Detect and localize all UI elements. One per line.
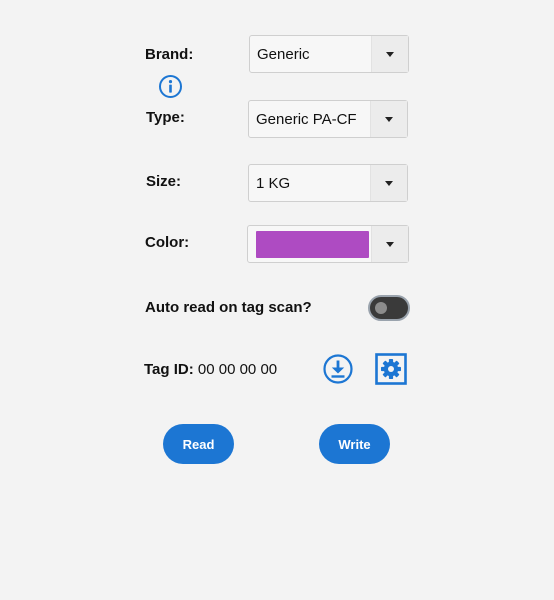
type-select[interactable]: Generic PA-CF — [248, 100, 408, 138]
caret-down-icon — [385, 180, 393, 186]
brand-select-value: Generic — [257, 45, 310, 63]
write-button[interactable]: Write — [319, 424, 390, 464]
size-select[interactable]: 1 KG — [248, 164, 408, 202]
color-label: Color: — [145, 234, 190, 251]
tag-id-row: Tag ID: 00 00 00 00 — [144, 361, 277, 379]
caret-down-icon — [385, 116, 393, 122]
color-dropdown-arrow[interactable] — [371, 226, 408, 262]
size-select-value: 1 KG — [256, 174, 291, 192]
caret-down-icon — [386, 241, 394, 247]
auto-read-label: Auto read on tag scan? — [145, 299, 312, 316]
download-icon[interactable] — [322, 353, 354, 385]
color-swatch — [256, 230, 369, 258]
type-dropdown-arrow[interactable] — [370, 101, 407, 137]
caret-down-icon — [386, 51, 394, 57]
brand-dropdown-arrow[interactable] — [371, 36, 408, 72]
tag-id-label: Tag ID: — [144, 361, 194, 378]
auto-read-toggle[interactable] — [368, 295, 410, 321]
color-select[interactable] — [247, 225, 409, 263]
settings-icon[interactable] — [375, 353, 407, 385]
size-label: Size: — [146, 173, 182, 190]
type-label: Type: — [146, 109, 185, 126]
read-button[interactable]: Read — [163, 424, 234, 464]
type-select-value: Generic PA-CF — [256, 110, 357, 128]
toggle-knob — [375, 302, 387, 314]
info-icon[interactable] — [158, 74, 183, 99]
tag-id-value: 00 00 00 00 — [197, 361, 278, 378]
spool-tag-screen: Brand: Generic Type: Generic PA-CF Size:… — [0, 0, 554, 600]
brand-label: Brand: — [145, 46, 194, 63]
size-dropdown-arrow[interactable] — [370, 165, 407, 201]
brand-select[interactable]: Generic — [249, 35, 409, 73]
